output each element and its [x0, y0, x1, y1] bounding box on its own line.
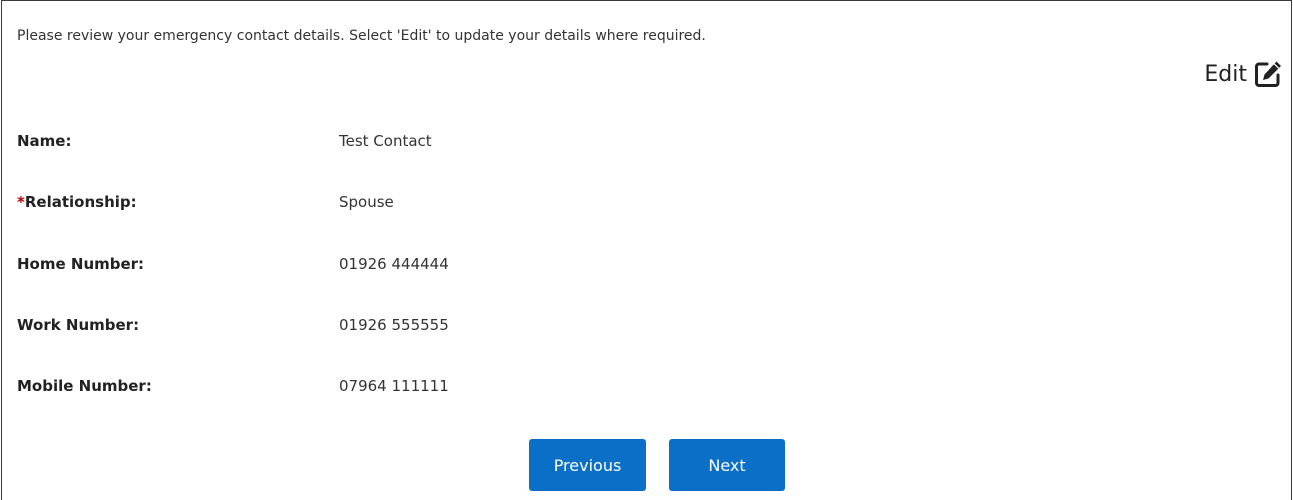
previous-button[interactable]: Previous — [529, 439, 646, 491]
emergency-contact-panel: Please review your emergency contact det… — [1, 0, 1292, 500]
required-marker: * — [17, 193, 25, 211]
edit-pencil-square-icon — [1255, 61, 1281, 87]
next-button[interactable]: Next — [669, 439, 785, 491]
navigation-buttons: Previous Next — [529, 439, 785, 491]
field-label-relationship: Relationship: — [24, 193, 137, 211]
field-value-relationship: Spouse — [339, 193, 394, 211]
field-value-home-number: 01926 444444 — [339, 255, 449, 273]
field-row-name: Name: Test Contact — [17, 132, 1217, 154]
field-label-mobile-number: Mobile Number: — [17, 377, 152, 395]
field-value-mobile-number: 07964 111111 — [339, 377, 449, 395]
field-row-home-number: Home Number: 01926 444444 — [17, 255, 1217, 277]
field-row-mobile-number: Mobile Number: 07964 111111 — [17, 377, 1217, 399]
field-row-relationship: *Relationship: Spouse — [17, 193, 1217, 215]
edit-label: Edit — [1204, 61, 1247, 87]
field-value-name: Test Contact — [339, 132, 432, 150]
field-row-work-number: Work Number: 01926 555555 — [17, 316, 1217, 338]
field-label-name: Name: — [17, 132, 72, 150]
intro-text: Please review your emergency contact det… — [17, 28, 706, 44]
edit-button[interactable]: Edit — [1204, 59, 1283, 89]
field-label-relationship-wrapper: *Relationship: — [17, 193, 137, 211]
field-value-work-number: 01926 555555 — [339, 316, 449, 334]
field-label-home-number: Home Number: — [17, 255, 145, 273]
field-label-work-number: Work Number: — [17, 316, 140, 334]
